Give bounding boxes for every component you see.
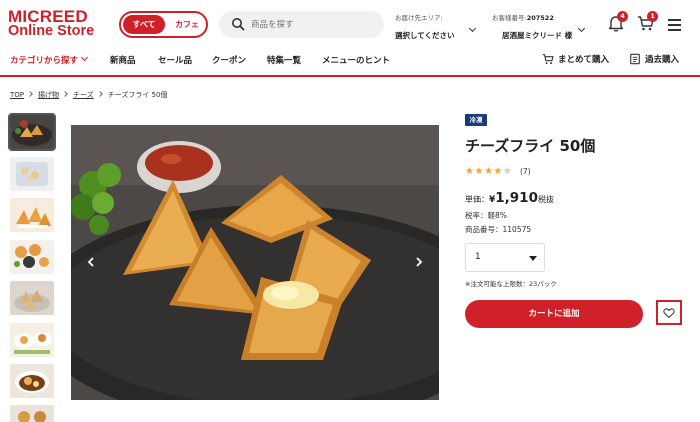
nav-item-new[interactable]: 新商品 [110, 54, 136, 66]
breadcrumb-fried[interactable]: 揚げ物 [38, 91, 59, 99]
customer-number-label: お客様番号: [492, 14, 527, 22]
nav-item-menu-hints[interactable]: メニューのヒント [322, 54, 390, 66]
nav-item-features[interactable]: 特集一覧 [267, 54, 301, 66]
breadcrumb-cheese[interactable]: チーズ [73, 91, 94, 99]
main-nav: カテゴリから探す 新商品 セール品 クーポン 特集一覧 メニューのヒント まとめ… [0, 44, 700, 77]
store-mode-switch: すべて カフェ [119, 11, 208, 38]
add-to-cart-button[interactable]: カートに追加 [465, 300, 643, 328]
menu-button[interactable] [665, 15, 685, 35]
frozen-badge: 冷凍 [465, 114, 487, 126]
logo-line1: MICREED [8, 7, 88, 26]
chevron-left-icon[interactable] [86, 257, 96, 267]
star-icon: ★ [493, 166, 503, 177]
logo-line2: Online Store [8, 23, 95, 39]
delivery-area-label: お届け先エリア: [395, 14, 443, 22]
customer-number-row: お客様番号:207522 [492, 13, 592, 23]
chevron-right-icon [27, 91, 33, 97]
heart-icon [663, 308, 675, 319]
review-count[interactable]: (7) [520, 167, 531, 176]
delivery-area-value: 選択してください [395, 31, 455, 40]
product-main-image [71, 125, 439, 400]
price: 単価：¥1,910税抜 [465, 187, 554, 206]
breadcrumb-current: チーズフライ 50個 [107, 91, 168, 99]
product-thumbnail[interactable] [8, 113, 56, 151]
notification-count-badge: 4 [617, 11, 628, 22]
product-thumbnail[interactable] [10, 240, 54, 274]
quantity-select[interactable]: 1 [465, 243, 545, 272]
nav-item-sale[interactable]: セール品 [158, 54, 192, 66]
order-limit-note: ※注文可能な上限数：23パック [465, 280, 557, 288]
price-tax-note: 税抜 [537, 195, 554, 204]
favorite-button[interactable] [656, 300, 682, 325]
tax-rate: 税率：軽8% [465, 211, 507, 220]
caret-down-icon [529, 256, 537, 261]
price-label: 単価： [465, 195, 489, 204]
bulk-buy-icon [542, 54, 554, 65]
product-thumbnail[interactable] [10, 281, 54, 315]
delivery-area-selector[interactable]: お届け先エリア: 選択してください [395, 13, 485, 42]
product-thumbnail[interactable] [10, 364, 54, 398]
breadcrumb: TOP 揚げ物 チーズ チーズフライ 50個 [10, 90, 167, 100]
nav-item-coupon[interactable]: クーポン [212, 54, 246, 66]
product-thumbnail[interactable] [10, 198, 54, 232]
cart-count-badge: 1 [647, 11, 658, 22]
customer-name: 居酒屋ミクリード 様 [502, 31, 573, 40]
hamburger-icon [668, 19, 681, 31]
product-thumbnail[interactable] [10, 157, 54, 191]
chevron-right-icon[interactable] [414, 257, 424, 267]
cart-button[interactable]: 1 [636, 11, 658, 33]
chevron-right-icon [62, 91, 68, 97]
notification-button[interactable]: 4 [606, 11, 628, 33]
search-icon[interactable] [231, 17, 245, 31]
chevron-right-icon [96, 91, 103, 97]
site-header: MICREED Online Store すべて カフェ お届け先エリア: 選択… [0, 0, 700, 44]
history-icon [630, 53, 640, 65]
category-menu[interactable]: カテゴリから探す [10, 54, 78, 66]
customer-info[interactable]: お客様番号:207522 居酒屋ミクリード 様 [492, 13, 592, 42]
quantity-value: 1 [475, 252, 481, 262]
star-icon: ★ [483, 166, 494, 177]
product-title: チーズフライ 50個 [465, 137, 596, 155]
star-icon: ★ [502, 166, 513, 177]
bulk-buy-link[interactable]: まとめて購入 [558, 53, 609, 65]
past-purchase-link[interactable]: 過去購入 [645, 53, 679, 65]
rating-stars: ★★★★★ [465, 166, 512, 177]
product-number: 商品番号：110575 [465, 225, 532, 234]
search-box [219, 11, 384, 38]
mode-all-button[interactable]: すべて [123, 15, 165, 34]
breadcrumb-top[interactable]: TOP [10, 91, 24, 99]
product-thumbnail[interactable] [10, 405, 54, 422]
mode-cafe-button[interactable]: カフェ [169, 15, 205, 34]
chevron-down-icon [468, 24, 477, 33]
store-logo[interactable]: MICREED Online Store [8, 7, 108, 39]
search-input[interactable] [251, 16, 376, 33]
star-icon: ★ [474, 166, 484, 177]
customer-number: 207522 [526, 14, 554, 22]
price-value: 1,910 [495, 190, 538, 206]
chevron-down-icon [577, 24, 586, 33]
product-thumbnail[interactable] [10, 323, 54, 357]
chevron-down-icon [80, 53, 89, 62]
